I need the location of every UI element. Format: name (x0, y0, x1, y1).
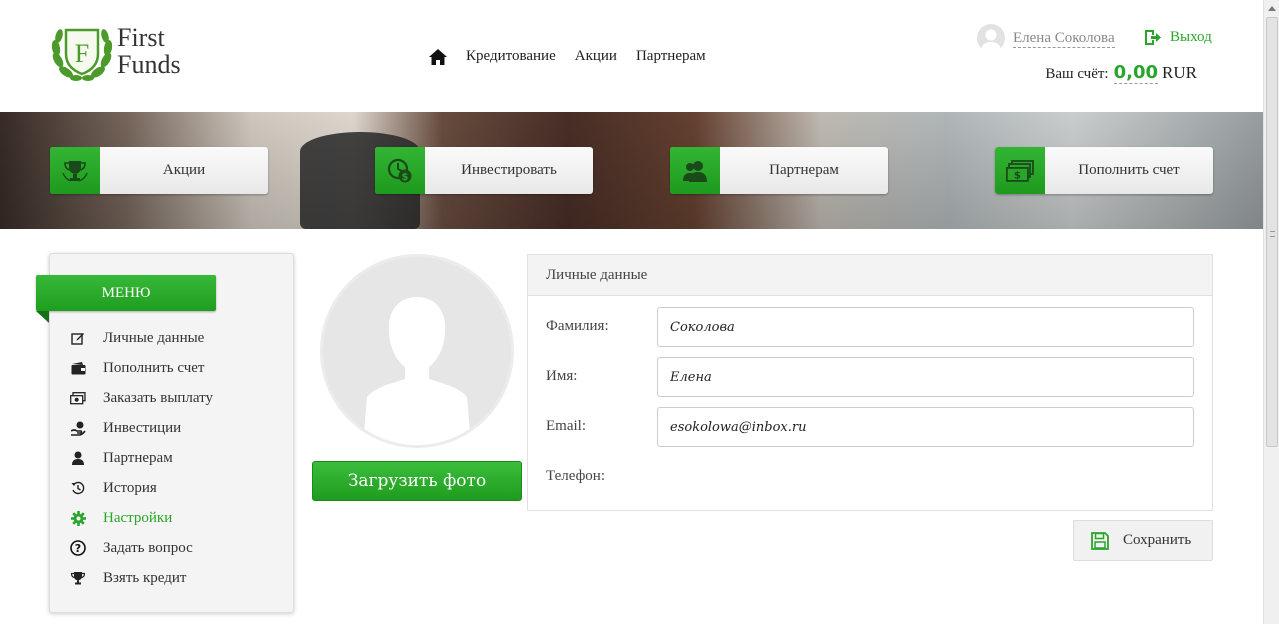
sidebar-item-settings[interactable]: Настройки (70, 503, 213, 533)
sidebar-item-label: История (103, 479, 157, 496)
balance-label: Ваш счёт: (1045, 66, 1109, 82)
sidebar-item-label: Заказать выплату (103, 389, 214, 406)
sidebar-item-label: Партнерам (103, 449, 173, 466)
sidebar-item-get-credit[interactable]: Взять кредит (70, 563, 213, 593)
users-icon (683, 160, 707, 182)
quick-button-invest[interactable]: $ Инвестировать (375, 147, 593, 194)
firstname-field[interactable]: Елена (657, 357, 1194, 397)
home-icon[interactable] (429, 48, 447, 65)
quick-button-label: Инвестировать (461, 162, 557, 178)
quick-button-top-up[interactable]: $ Пополнить счет (995, 147, 1213, 194)
clock-dollar-icon: $ (387, 158, 412, 183)
scrollbar-thumb[interactable] (1266, 17, 1278, 447)
sidebar-item-top-up[interactable]: Пополнить счет (70, 353, 213, 383)
brand-line2: Funds (117, 50, 181, 79)
save-button[interactable]: Сохранить (1073, 520, 1213, 561)
hero-banner: Акции $ Инвестировать Партнерам $ Пополн… (0, 112, 1263, 229)
email-label: Email: (546, 418, 586, 434)
question-icon: ? (70, 540, 86, 556)
balance: Ваш счёт: 0,00 RUR (1045, 62, 1197, 84)
sidebar-item-label: Инвестиции (103, 419, 182, 436)
gear-icon (70, 510, 86, 526)
save-label: Сохранить (1123, 532, 1192, 548)
user-name[interactable]: Елена Соколова (1013, 29, 1115, 48)
quick-button-partners[interactable]: Партнерам (670, 147, 888, 194)
wallet-icon (70, 360, 86, 376)
user-profile[interactable]: Елена Соколова (977, 24, 1115, 52)
sidebar-menu: Личные данные Пополнить счет Заказать вы… (70, 323, 213, 593)
trophy-icon (70, 570, 86, 586)
form-row-email: Email: esokolowa@inbox.ru (528, 407, 1214, 447)
cash-icon: $ (1006, 159, 1034, 182)
sidebar-item-history[interactable]: История (70, 473, 213, 503)
personal-data-panel: Личные данные Фамилия: Соколова Имя: Еле… (527, 254, 1213, 511)
quick-button-label: Пополнить счет (1078, 162, 1180, 178)
logout-button[interactable]: Выход (1144, 29, 1212, 46)
scroll-up-arrow-icon[interactable] (1264, 0, 1279, 16)
vertical-scrollbar[interactable] (1263, 0, 1279, 624)
quick-button-label: Акции (162, 162, 206, 178)
main-nav: Кредитование Акции Партнерам (429, 48, 725, 65)
lastname-field[interactable]: Соколова (657, 307, 1194, 347)
sidebar-item-investments[interactable]: Инвестиции (70, 413, 213, 443)
balance-amount[interactable]: 0,00 (1113, 62, 1159, 84)
sidebar-item-label: Настройки (103, 509, 173, 526)
menu-title: МЕНЮ (36, 275, 216, 311)
balance-currency: RUR (1162, 63, 1197, 82)
floppy-disk-icon (1091, 531, 1109, 550)
svg-text:F: F (75, 39, 89, 68)
logout-label: Выход (1170, 29, 1212, 45)
form-row-lastname: Фамилия: Соколова (528, 307, 1214, 347)
email-field[interactable]: esokolowa@inbox.ru (657, 407, 1194, 447)
svg-text:$: $ (1014, 170, 1021, 181)
sidebar-item-label: Личные данные (103, 329, 205, 346)
panel-title: Личные данные (528, 255, 1212, 296)
money-icon (70, 390, 86, 406)
logout-icon (1145, 30, 1161, 45)
form-row-phone: Телефон: (528, 457, 1214, 497)
sidebar-item-label: Пополнить счет (103, 359, 205, 376)
sidebar-item-withdraw[interactable]: Заказать выплату (70, 383, 213, 413)
form-row-firstname: Имя: Елена (528, 357, 1214, 397)
laurel-shield-icon: F (51, 28, 113, 81)
lastname-label: Фамилия: (546, 318, 609, 334)
sidebar-item-ask-question[interactable]: ? Задать вопрос (70, 533, 213, 563)
header: F First Funds Кредитование Акции Партнер… (0, 0, 1263, 112)
trophy-icon (62, 160, 88, 182)
hand-coin-icon (70, 420, 86, 436)
sidebar-item-label: Задать вопрос (103, 539, 193, 556)
upload-photo-button[interactable]: Загрузить фото (312, 461, 522, 501)
quick-button-label: Партнерам (769, 162, 839, 178)
nav-link-credit[interactable]: Кредитование (466, 48, 556, 65)
user-avatar-icon (977, 24, 1005, 52)
edit-icon (70, 330, 86, 346)
svg-text:$: $ (402, 172, 409, 183)
nav-link-partners[interactable]: Партнерам (636, 48, 706, 65)
nav-link-promotions[interactable]: Акции (575, 48, 617, 65)
sidebar-item-personal-data[interactable]: Личные данные (70, 323, 213, 353)
user-icon (70, 450, 86, 466)
avatar-placeholder-icon (363, 297, 471, 445)
phone-label: Телефон: (546, 468, 605, 484)
quick-button-promotions[interactable]: Акции (50, 147, 268, 194)
sidebar-item-partners[interactable]: Партнерам (70, 443, 213, 473)
profile-photo-placeholder (320, 254, 514, 448)
firstname-label: Имя: (546, 368, 578, 384)
history-icon (70, 480, 86, 496)
svg-text:?: ? (75, 542, 81, 555)
sidebar-item-label: Взять кредит (103, 569, 187, 586)
logo[interactable]: F First Funds (50, 20, 200, 84)
brand-line1: First (117, 23, 165, 52)
